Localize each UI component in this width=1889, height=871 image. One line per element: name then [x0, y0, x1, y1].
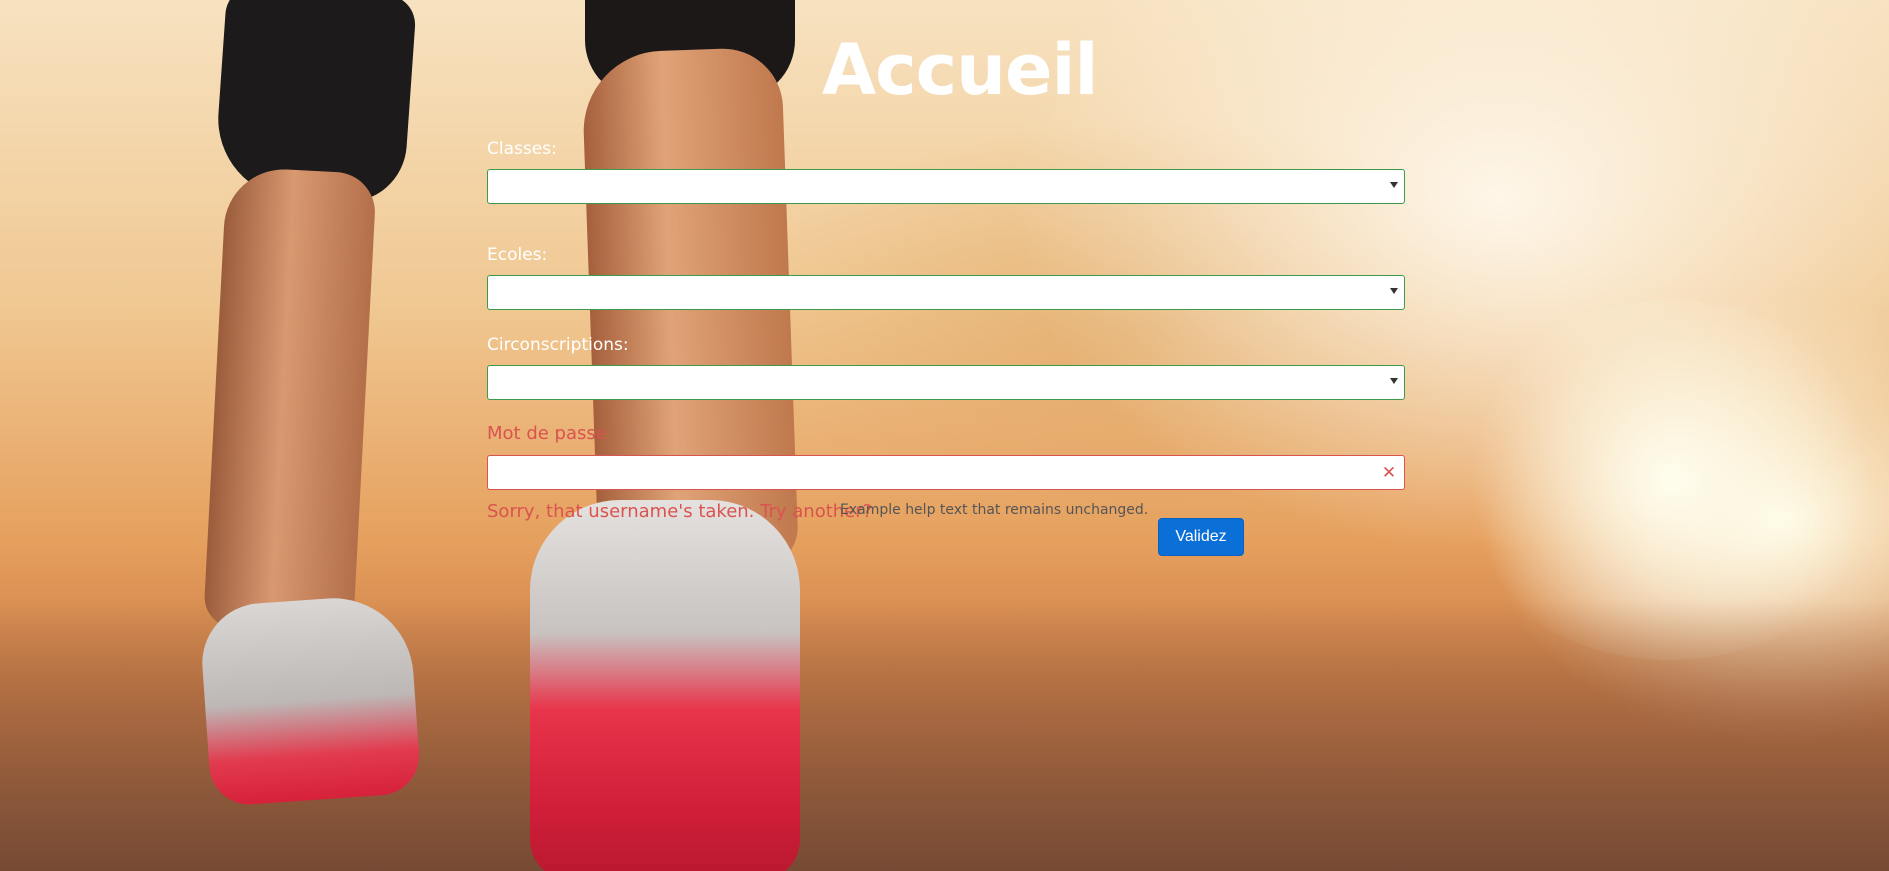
password-label: Mot de passe: [487, 423, 607, 444]
validez-button[interactable]: Validez: [1158, 518, 1244, 556]
background-photo: [0, 0, 1889, 871]
runner-left-leg: [203, 166, 377, 634]
circonscriptions-label: Circonscriptions:: [487, 335, 629, 355]
chevron-down-icon: [1390, 182, 1398, 188]
close-icon: ✕: [1381, 463, 1397, 483]
runner-left-shorts: [212, 0, 418, 207]
ecoles-select[interactable]: [487, 275, 1405, 310]
ecoles-label: Ecoles:: [487, 245, 548, 265]
runner-left-shoe: [198, 592, 422, 808]
runner-right-shorts: [585, 0, 795, 100]
chevron-down-icon: [1390, 288, 1398, 294]
password-input[interactable]: [487, 455, 1405, 490]
classes-select[interactable]: [487, 169, 1405, 204]
chevron-down-icon: [1390, 378, 1398, 384]
page: Accueil Classes: Ecoles: Circonscription…: [0, 0, 1889, 871]
password-help-text: Example help text that remains unchanged…: [840, 502, 1149, 518]
page-title: Accueil: [822, 29, 1098, 111]
password-error-message: Sorry, that username's taken. Try anothe…: [487, 501, 873, 522]
road: [0, 600, 1889, 871]
circonscriptions-select[interactable]: [487, 365, 1405, 400]
classes-label: Classes:: [487, 139, 557, 159]
runner-right-shoe: [530, 500, 800, 871]
sun-haze: [1450, 300, 1889, 660]
